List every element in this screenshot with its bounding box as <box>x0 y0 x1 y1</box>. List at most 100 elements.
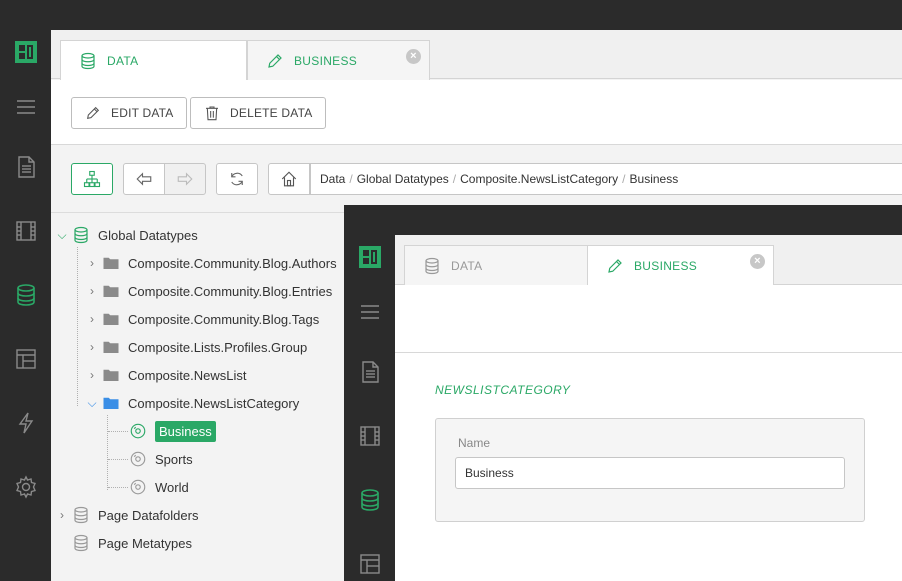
tree-connector <box>77 247 78 406</box>
home-button[interactable] <box>268 163 310 195</box>
tab-label: BUSINESS <box>634 259 698 273</box>
section-title: NEWSLISTCATEGORY <box>435 383 571 397</box>
chevron-right-icon[interactable]: › <box>86 368 98 382</box>
tree-connector <box>108 487 128 488</box>
tab-data[interactable]: DATA <box>404 245 588 285</box>
edit-data-button[interactable]: EDIT DATA <box>71 97 188 129</box>
folder-icon <box>103 397 119 409</box>
editor-content: NEWSLISTCATEGORY Name <box>395 353 902 581</box>
media-icon[interactable] <box>356 422 384 450</box>
tree-node-item[interactable]: Sports <box>129 447 193 471</box>
tree-node-folder[interactable]: › Composite.Lists.Profiles.Group <box>86 335 307 359</box>
tree-node-folder[interactable]: › Composite.Community.Blog.Tags <box>86 307 319 331</box>
tree-view-button[interactable] <box>71 163 113 195</box>
data-icon[interactable] <box>12 281 40 309</box>
home-icon <box>281 171 297 187</box>
arrow-right-icon <box>177 172 193 186</box>
media-icon[interactable] <box>12 217 40 245</box>
tree-node-label: Composite.Lists.Profiles.Group <box>128 339 308 355</box>
folder-icon <box>103 257 119 269</box>
overlay-toolbar <box>395 285 902 353</box>
back-button[interactable] <box>123 163 165 195</box>
disc-icon <box>130 479 146 495</box>
toolbar: EDIT DATA DELETE DATA <box>51 80 902 145</box>
database-icon <box>74 534 88 552</box>
folder-icon <box>103 341 119 353</box>
pages-icon[interactable] <box>12 153 40 181</box>
overlay-tab-strip: DATA BUSINESS × <box>395 235 902 286</box>
tree-node-folder-open[interactable]: ⌵ Composite.NewsListCategory <box>86 391 299 415</box>
chevron-right-icon[interactable]: › <box>56 508 68 522</box>
layout-icon[interactable] <box>12 345 40 373</box>
layout-icon[interactable] <box>356 550 384 578</box>
folder-icon <box>103 369 119 381</box>
tree-connector <box>108 459 128 460</box>
tree-node-page-datafolders[interactable]: › Page Datafolders <box>56 503 198 527</box>
tree-connector <box>107 415 108 490</box>
tree-node-folder[interactable]: › Composite.NewsList <box>86 363 247 387</box>
chevron-down-icon[interactable]: ⌵ <box>86 396 98 411</box>
settings-icon[interactable] <box>12 473 40 501</box>
tree-node-label: Page Datafolders <box>98 507 199 523</box>
chevron-right-icon[interactable]: › <box>86 312 98 326</box>
field-group: Name <box>435 418 865 522</box>
logo-icon[interactable] <box>356 243 384 271</box>
tree-node-global-datatypes[interactable]: ⌵ Global Datatypes <box>56 223 198 247</box>
sitemap-icon <box>83 170 101 188</box>
pencil-icon <box>268 53 282 68</box>
chevron-right-icon[interactable]: › <box>86 340 98 354</box>
pages-icon[interactable] <box>356 358 384 386</box>
database-icon <box>81 52 95 69</box>
close-tab-icon[interactable]: × <box>750 254 765 269</box>
breadcrumb-item[interactable]: Global Datatypes <box>357 172 449 186</box>
chevron-down-icon[interactable]: ⌵ <box>56 228 68 243</box>
refresh-button[interactable] <box>216 163 258 195</box>
breadcrumb-separator: / <box>349 172 353 186</box>
tree-connector <box>108 431 128 432</box>
tree-node-label: Composite.NewsListCategory <box>128 395 300 411</box>
breadcrumb-item[interactable]: Business <box>630 172 679 186</box>
tree-node-label: Composite.NewsList <box>128 367 247 383</box>
delete-data-button[interactable]: DELETE DATA <box>190 97 327 129</box>
tab-business[interactable]: BUSINESS × <box>247 40 430 80</box>
tree-node-label: Business <box>155 420 216 442</box>
functions-icon[interactable] <box>12 409 40 437</box>
tree-node-item[interactable]: World <box>129 475 189 499</box>
tree-node-label: World <box>155 479 189 495</box>
logo-icon[interactable] <box>12 38 40 66</box>
tree-node-folder[interactable]: › Composite.Community.Blog.Entries <box>86 279 332 303</box>
close-tab-icon[interactable]: × <box>406 49 421 64</box>
chevron-right-icon[interactable]: › <box>86 256 98 270</box>
folder-icon <box>103 285 119 297</box>
tree-node-folder[interactable]: › Composite.Community.Blog.Authors <box>86 251 337 275</box>
breadcrumb-item[interactable]: Composite.NewsListCategory <box>460 172 618 186</box>
tab-label: DATA <box>107 53 139 68</box>
disc-icon <box>130 451 146 467</box>
menu-icon[interactable] <box>12 93 40 121</box>
tree-node-label: Sports <box>155 451 193 467</box>
tab-data[interactable]: DATA <box>60 40 247 80</box>
delete-data-label: DELETE DATA <box>230 106 313 120</box>
tree-node-page-metatypes[interactable]: Page Metatypes <box>72 531 192 555</box>
menu-icon[interactable] <box>356 298 384 326</box>
breadcrumb-separator: / <box>452 172 457 186</box>
data-icon[interactable] <box>356 486 384 514</box>
tab-business[interactable]: BUSINESS × <box>587 245 774 286</box>
overlay-window: DATA BUSINESS × NEWSLISTCATEGORY Name <box>344 205 902 581</box>
database-icon <box>74 226 88 244</box>
breadcrumb-item[interactable]: Data <box>320 172 345 186</box>
forward-button[interactable] <box>164 163 206 195</box>
tree-node-label: Composite.Community.Blog.Entries <box>128 283 333 299</box>
pencil-icon <box>86 106 100 120</box>
chevron-right-icon[interactable]: › <box>86 284 98 298</box>
main-sidebar <box>0 0 51 581</box>
top-bar <box>51 0 902 30</box>
name-field[interactable] <box>455 457 845 489</box>
pencil-icon <box>608 259 622 273</box>
tree-node-item-selected[interactable]: Business <box>129 419 216 443</box>
tree-node-label: Composite.Community.Blog.Authors <box>128 255 337 271</box>
breadcrumb-separator: / <box>622 172 626 186</box>
edit-data-label: EDIT DATA <box>111 106 174 120</box>
overlay-main-panel: DATA BUSINESS × NEWSLISTCATEGORY Name <box>395 235 902 581</box>
tab-label: BUSINESS <box>294 53 358 68</box>
